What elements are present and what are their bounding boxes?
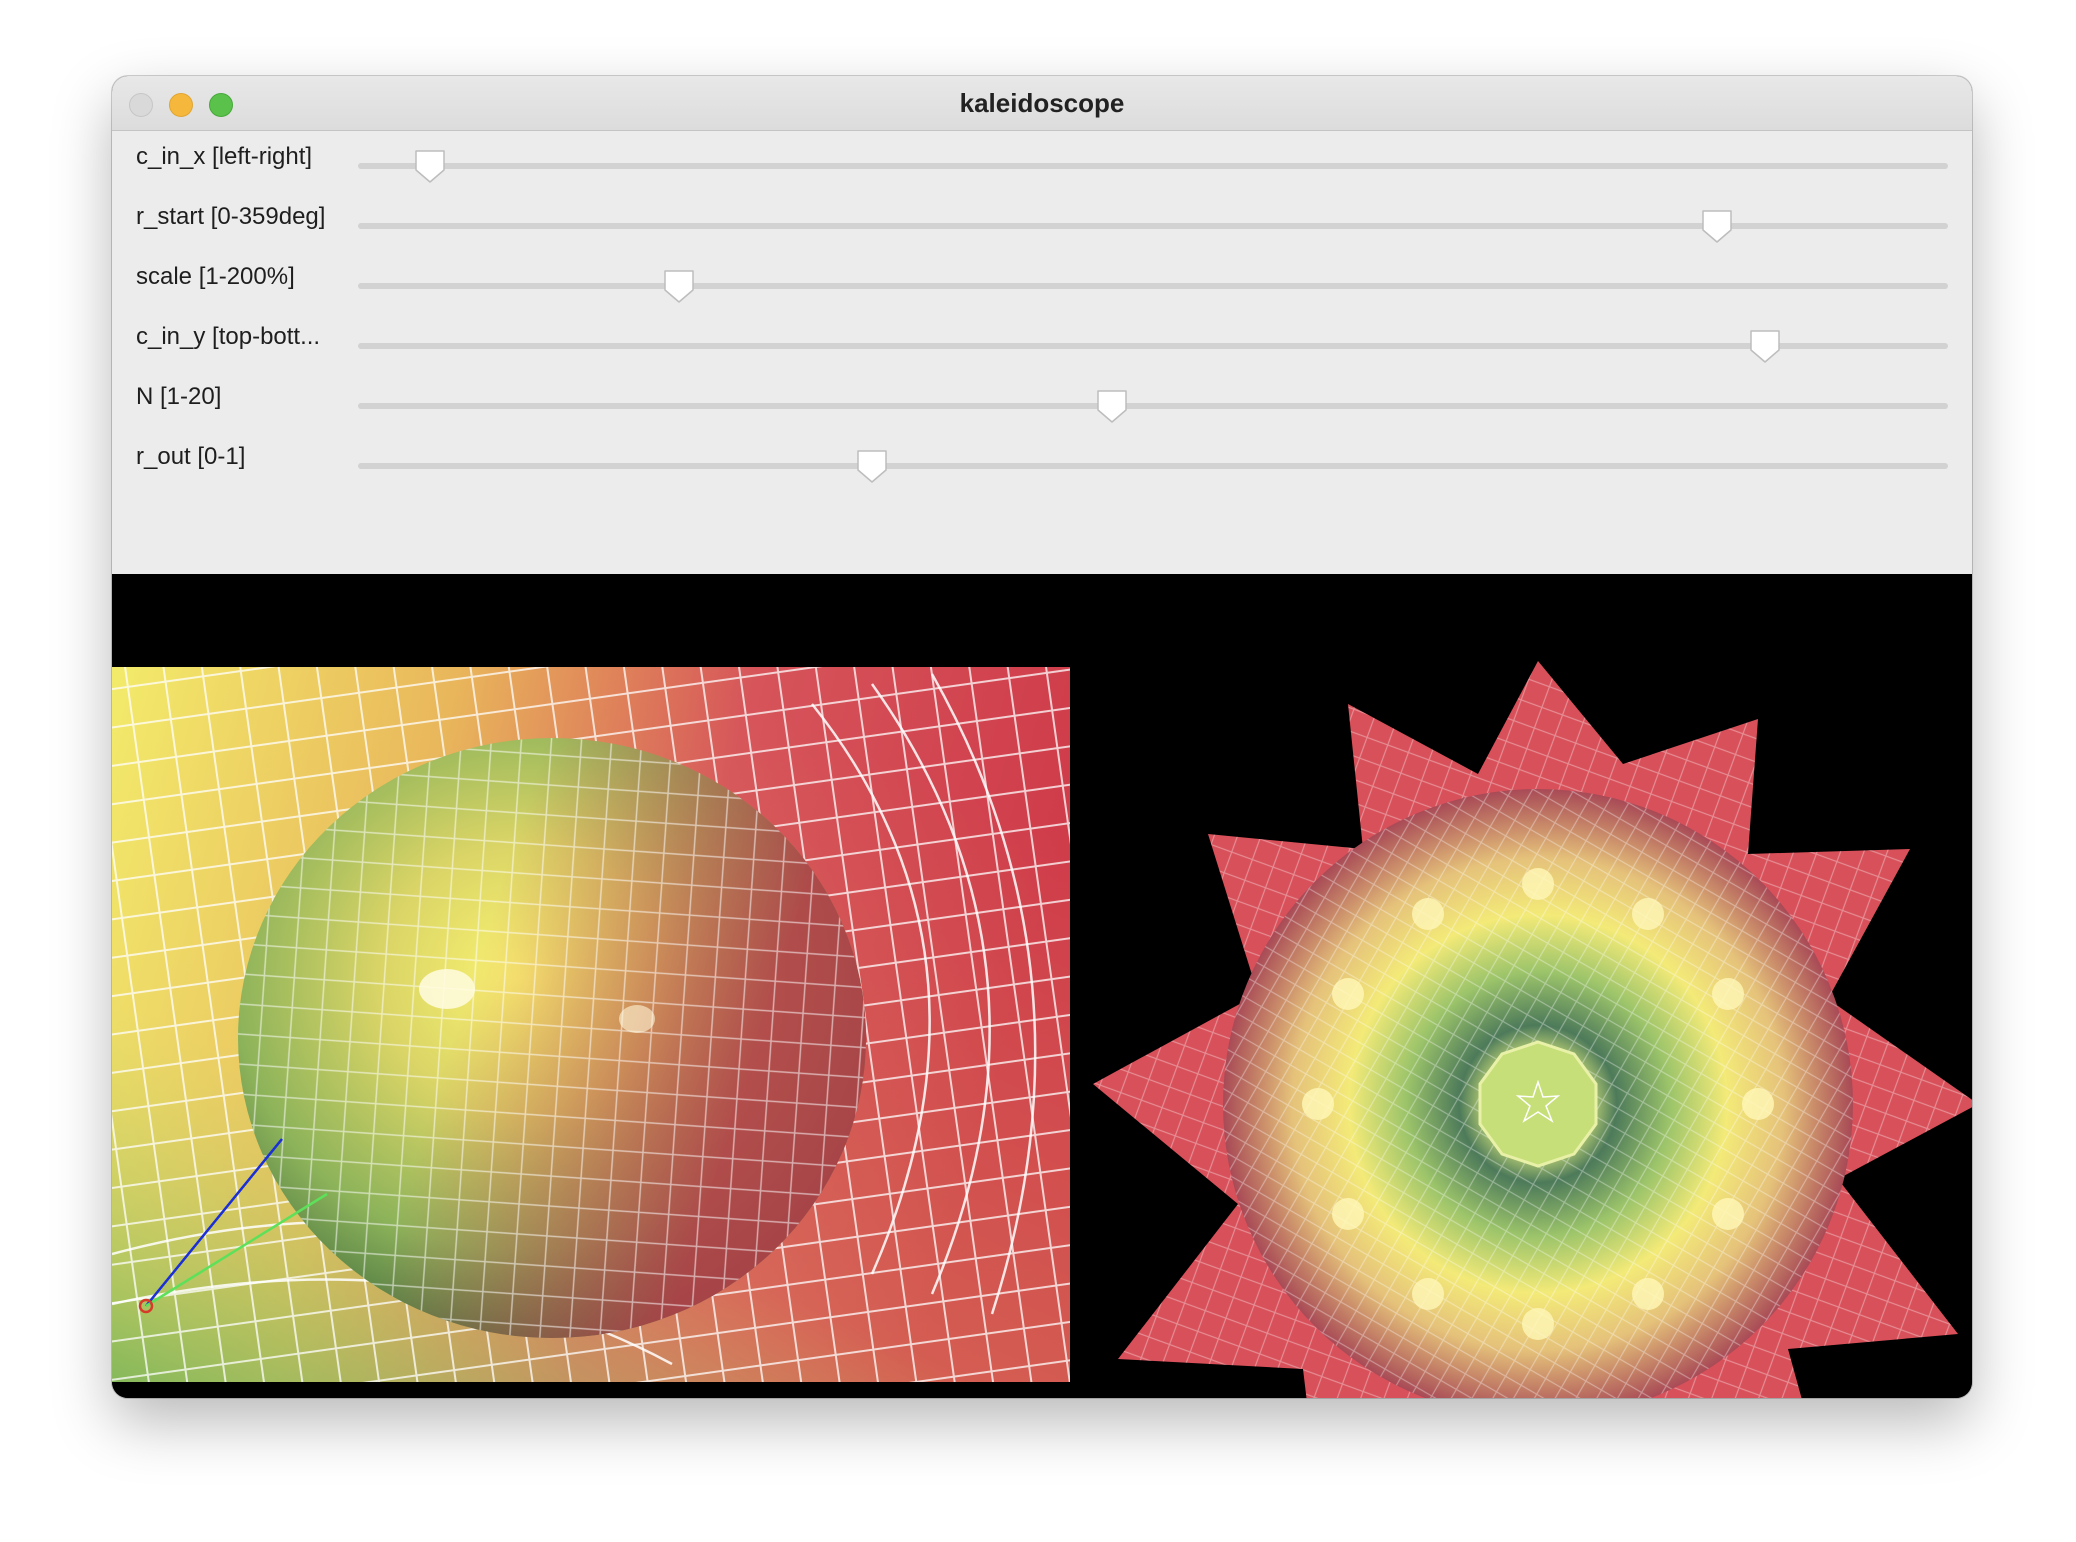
slider-row-c-in-x: c_in_x [left-right] bbox=[112, 131, 1972, 191]
slider-track[interactable] bbox=[358, 403, 1948, 409]
slider-row-n: N [1-20] bbox=[112, 371, 1972, 431]
source-image bbox=[112, 667, 1070, 1382]
slider-knob[interactable] bbox=[662, 268, 696, 304]
kaleidoscope-output bbox=[1093, 661, 1972, 1398]
slider-track[interactable] bbox=[358, 283, 1948, 289]
viewport-canvas bbox=[112, 661, 1972, 1398]
slider-knob[interactable] bbox=[1095, 388, 1129, 424]
slider-label: c_in_y [top-bott... bbox=[136, 323, 321, 350]
slider-row-r-start: r_start [0-359deg] bbox=[112, 191, 1972, 251]
slider-knob[interactable] bbox=[855, 448, 889, 484]
slider-label: c_in_x [left-right] bbox=[136, 143, 313, 170]
slider-label: N [1-20] bbox=[136, 383, 222, 410]
slider-track[interactable] bbox=[358, 163, 1948, 169]
app-window: kaleidoscope c_in_x [left-right] r_start… bbox=[112, 76, 1972, 1398]
slider-track[interactable] bbox=[358, 343, 1948, 349]
slider-label: r_out [0-1] bbox=[136, 443, 246, 470]
slider-row-scale: scale [1-200%] bbox=[112, 251, 1972, 311]
slider-knob[interactable] bbox=[1748, 328, 1782, 364]
slider-row-c-in-y: c_in_y [top-bott... bbox=[112, 311, 1972, 371]
trackbar-panel: c_in_x [left-right] r_start [0-359deg] s… bbox=[112, 131, 1972, 574]
slider-knob[interactable] bbox=[1700, 208, 1734, 244]
title-bar[interactable]: kaleidoscope bbox=[112, 76, 1972, 131]
slider-row-r-out: r_out [0-1] bbox=[112, 431, 1972, 491]
slider-label: r_start [0-359deg] bbox=[136, 203, 326, 230]
image-viewport bbox=[112, 574, 1972, 1398]
slider-track[interactable] bbox=[358, 463, 1948, 469]
slider-knob[interactable] bbox=[413, 148, 447, 184]
slider-label: scale [1-200%] bbox=[136, 263, 295, 290]
window-title: kaleidoscope bbox=[959, 88, 1125, 118]
